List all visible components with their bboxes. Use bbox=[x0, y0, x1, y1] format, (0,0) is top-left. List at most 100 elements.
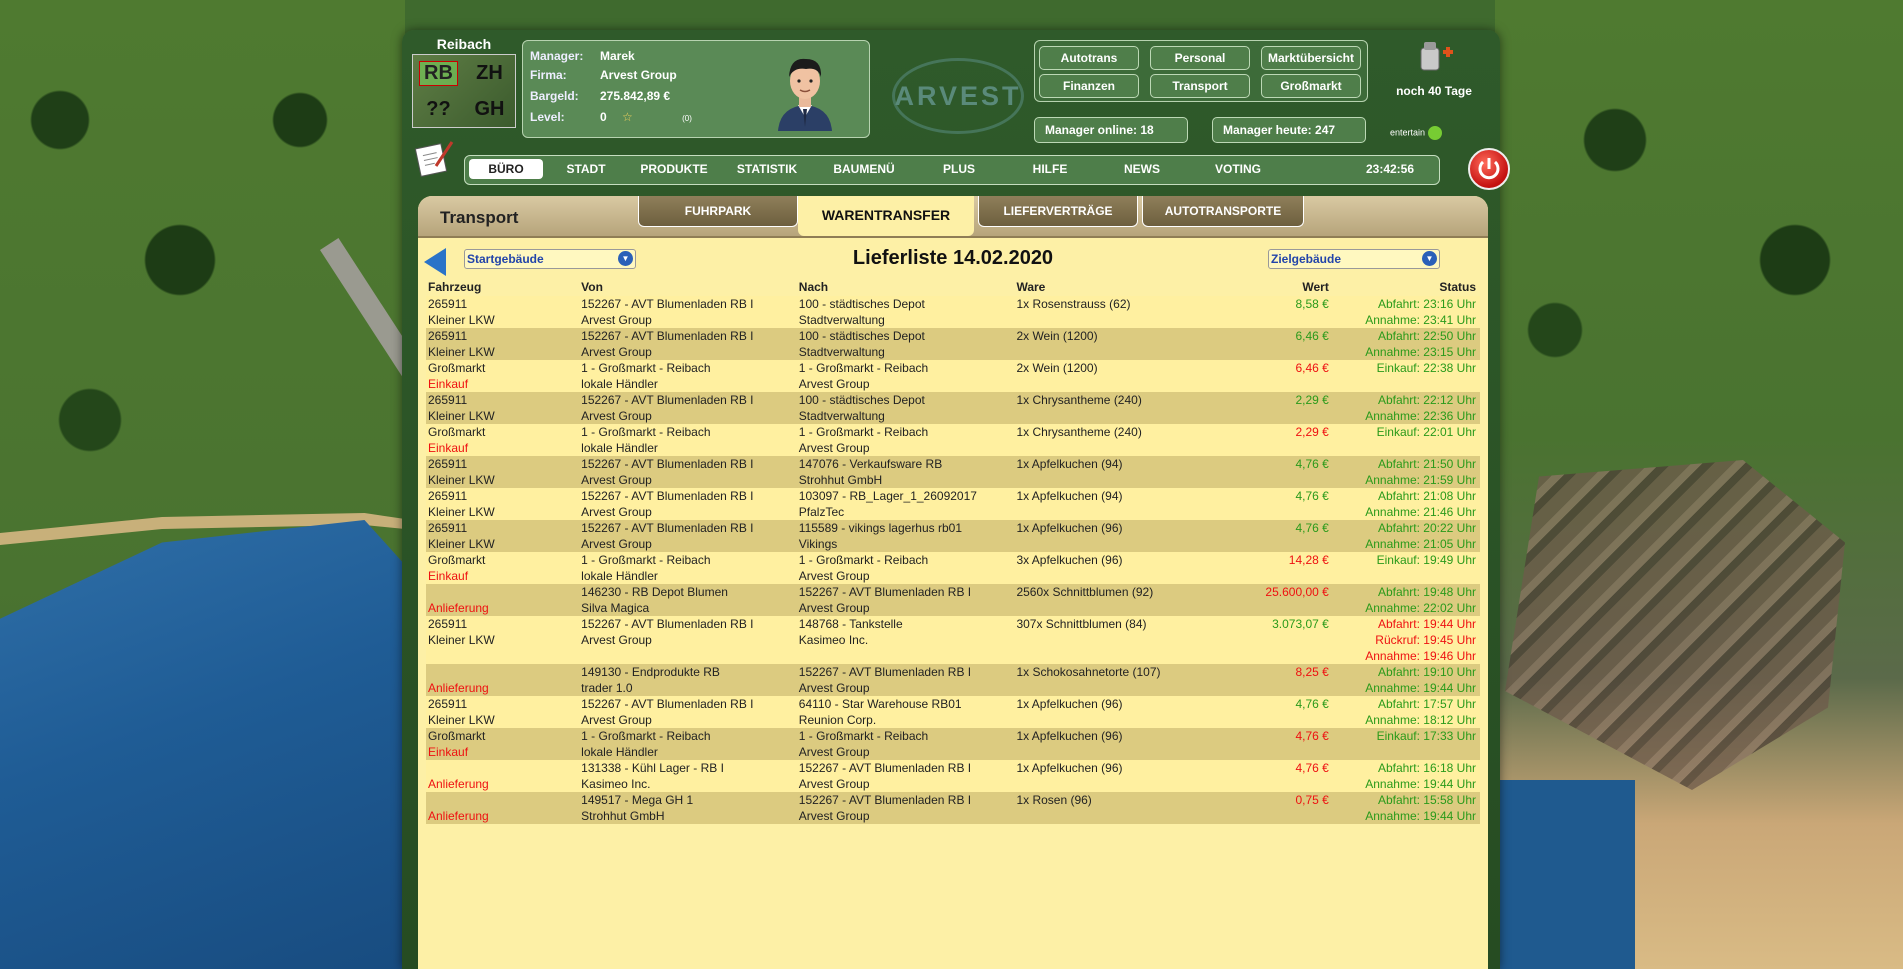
notepad-icon[interactable] bbox=[414, 138, 454, 178]
cell-status: Annahme: 21:59 Uhr bbox=[1332, 472, 1480, 488]
city-code-gh[interactable]: GH bbox=[475, 98, 505, 121]
table-row: Kleiner LKW Arvest Group Stadtverwaltung An… bbox=[426, 312, 1480, 328]
cell-fahrzeug: Kleiner LKW bbox=[426, 408, 580, 424]
cell-fahrzeug: Einkauf bbox=[426, 376, 580, 392]
city-code-rb[interactable]: RB bbox=[419, 60, 458, 86]
tab-fuhrpark[interactable]: FUHRPARK bbox=[638, 196, 798, 227]
cell-fahrzeug: Kleiner LKW bbox=[426, 312, 580, 328]
cell-wert bbox=[1219, 712, 1333, 728]
background-town bbox=[1505, 460, 1845, 790]
personal-button[interactable]: Personal bbox=[1150, 46, 1250, 70]
cell-status: Abfahrt: 19:10 Uhr bbox=[1332, 664, 1480, 680]
nav-voting[interactable]: VOTING bbox=[1197, 159, 1279, 179]
cell-fahrzeug: 265911 bbox=[426, 328, 580, 344]
cell-von: 152267 - AVT Blumenladen RB I bbox=[579, 392, 797, 408]
nav-news[interactable]: NEWS bbox=[1107, 159, 1177, 179]
table-row: 265911 152267 - AVT Blumenladen RB I 10309… bbox=[426, 488, 1480, 504]
nav-hilfe[interactable]: HILFE bbox=[1015, 159, 1085, 179]
cell-wert: 4,76 € bbox=[1219, 456, 1333, 472]
cell-status: Annahme: 19:44 Uhr bbox=[1332, 808, 1480, 824]
cell-von: lokale Händler bbox=[579, 440, 797, 456]
cell-von: 149517 - Mega GH 1 bbox=[579, 792, 797, 808]
cell-wert bbox=[1219, 744, 1333, 760]
cell-von: 152267 - AVT Blumenladen RB I bbox=[579, 616, 797, 632]
col-von[interactable]: Von bbox=[579, 278, 797, 296]
cell-fahrzeug: Anlieferung bbox=[426, 680, 580, 696]
nav-produkte[interactable]: PRODUKTE bbox=[629, 159, 719, 179]
nav-stadt[interactable]: STADT bbox=[549, 159, 623, 179]
cell-fahrzeug: Anlieferung bbox=[426, 776, 580, 792]
trophy-icon[interactable] bbox=[1413, 38, 1455, 80]
col-ware[interactable]: Ware bbox=[1014, 278, 1220, 296]
nav-buero[interactable]: BÜRO bbox=[469, 159, 543, 179]
cell-nach: Stadtverwaltung bbox=[796, 312, 1015, 328]
avatar-icon bbox=[778, 58, 832, 131]
cell-wert: 4,76 € bbox=[1219, 488, 1333, 504]
col-status[interactable]: Status bbox=[1333, 278, 1480, 296]
city-code-zh[interactable]: ZH bbox=[476, 62, 503, 85]
cell-von: lokale Händler bbox=[579, 376, 797, 392]
startgebaeude-select[interactable]: Startgebäude ▼ bbox=[464, 249, 636, 269]
cell-nach: Stadtverwaltung bbox=[796, 344, 1015, 360]
tab-warentransfer[interactable]: WARENTRANSFER bbox=[798, 196, 974, 236]
cell-nach: Arvest Group bbox=[796, 568, 1015, 584]
cell-von: 146230 - RB Depot Blumen bbox=[579, 584, 797, 600]
cell-status: Einkauf: 17:33 Uhr bbox=[1332, 728, 1480, 744]
cell-wert bbox=[1219, 504, 1333, 520]
transport-button[interactable]: Transport bbox=[1150, 74, 1250, 98]
col-wert[interactable]: Wert bbox=[1220, 278, 1333, 296]
manager-online-stat: Manager online: 18 bbox=[1034, 117, 1188, 143]
city-code-unknown[interactable]: ?? bbox=[426, 98, 450, 121]
cell-status: Abfahrt: 22:50 Uhr bbox=[1332, 328, 1480, 344]
power-icon[interactable] bbox=[1468, 148, 1510, 190]
cell-nach: 152267 - AVT Blumenladen RB I bbox=[796, 664, 1015, 680]
tab-liefervertraege[interactable]: LIEFERVERTRÄGE bbox=[978, 196, 1138, 227]
cell-wert: 3.073,07 € bbox=[1219, 616, 1333, 632]
cell-ware bbox=[1014, 776, 1220, 792]
cell-von: Strohhut GmbH bbox=[579, 808, 797, 824]
autotrans-button[interactable]: Autotrans bbox=[1039, 46, 1139, 70]
cell-wert: 4,76 € bbox=[1219, 760, 1333, 776]
col-nach[interactable]: Nach bbox=[797, 278, 1015, 296]
tab-autotransporte[interactable]: AUTOTRANSPORTE bbox=[1142, 196, 1304, 227]
cell-von: 152267 - AVT Blumenladen RB I bbox=[579, 456, 797, 472]
table-row: Kleiner LKW Arvest Group Stadtverwaltung An… bbox=[426, 344, 1480, 360]
cell-wert bbox=[1219, 632, 1333, 648]
section-title: Transport bbox=[440, 208, 519, 227]
finanzen-button[interactable]: Finanzen bbox=[1039, 74, 1139, 98]
cell-wert: 2,29 € bbox=[1219, 392, 1333, 408]
cell-von: Arvest Group bbox=[579, 504, 797, 520]
nav-statistik[interactable]: STATISTIK bbox=[727, 159, 807, 179]
grossmarkt-button[interactable]: Großmarkt bbox=[1261, 74, 1361, 98]
cell-nach: 1 - Großmarkt - Reibach bbox=[796, 360, 1015, 376]
avatar bbox=[770, 47, 840, 131]
cell-von: Arvest Group bbox=[579, 408, 797, 424]
cell-von: Arvest Group bbox=[579, 712, 797, 728]
transport-tabbar: Transport FUHRPARK WARENTRANSFER LIEFERV… bbox=[418, 196, 1488, 238]
cell-ware: 1x Schokosahnetorte (107) bbox=[1014, 664, 1220, 680]
nav-baumenue[interactable]: BAUMENÜ bbox=[821, 159, 907, 179]
cell-von: 1 - Großmarkt - Reibach bbox=[579, 552, 797, 568]
cell-nach: 100 - städtisches Depot bbox=[796, 296, 1015, 312]
nav-plus[interactable]: PLUS bbox=[929, 159, 989, 179]
cell-fahrzeug: 265911 bbox=[426, 616, 580, 632]
cell-nach: Arvest Group bbox=[796, 680, 1015, 696]
marktuebersicht-button[interactable]: Marktübersicht bbox=[1261, 46, 1361, 70]
cell-von: lokale Händler bbox=[579, 744, 797, 760]
cell-fahrzeug bbox=[426, 792, 580, 808]
manager-heute-stat: Manager heute: 247 bbox=[1212, 117, 1366, 143]
cell-status: Annahme: 19:44 Uhr bbox=[1332, 680, 1480, 696]
cell-fahrzeug: Großmarkt bbox=[426, 728, 580, 744]
cell-status: Annahme: 19:46 Uhr bbox=[1332, 648, 1480, 664]
cell-fahrzeug: Kleiner LKW bbox=[426, 712, 580, 728]
cell-von: Silva Magica bbox=[579, 600, 797, 616]
countdown-box: noch 40 Tage bbox=[1386, 38, 1482, 98]
cell-nach: Stadtverwaltung bbox=[796, 408, 1015, 424]
col-fahrzeug[interactable]: Fahrzeug bbox=[426, 278, 579, 296]
cell-von: Arvest Group bbox=[579, 344, 797, 360]
cell-fahrzeug bbox=[426, 648, 580, 664]
arvest-logo: ARVEST bbox=[892, 58, 1024, 134]
transport-panel: Transport FUHRPARK WARENTRANSFER LIEFERV… bbox=[418, 196, 1488, 969]
cell-nach: Kasimeo Inc. bbox=[796, 632, 1015, 648]
zielgebaeude-select[interactable]: Zielgebäude ▼ bbox=[1268, 249, 1440, 269]
